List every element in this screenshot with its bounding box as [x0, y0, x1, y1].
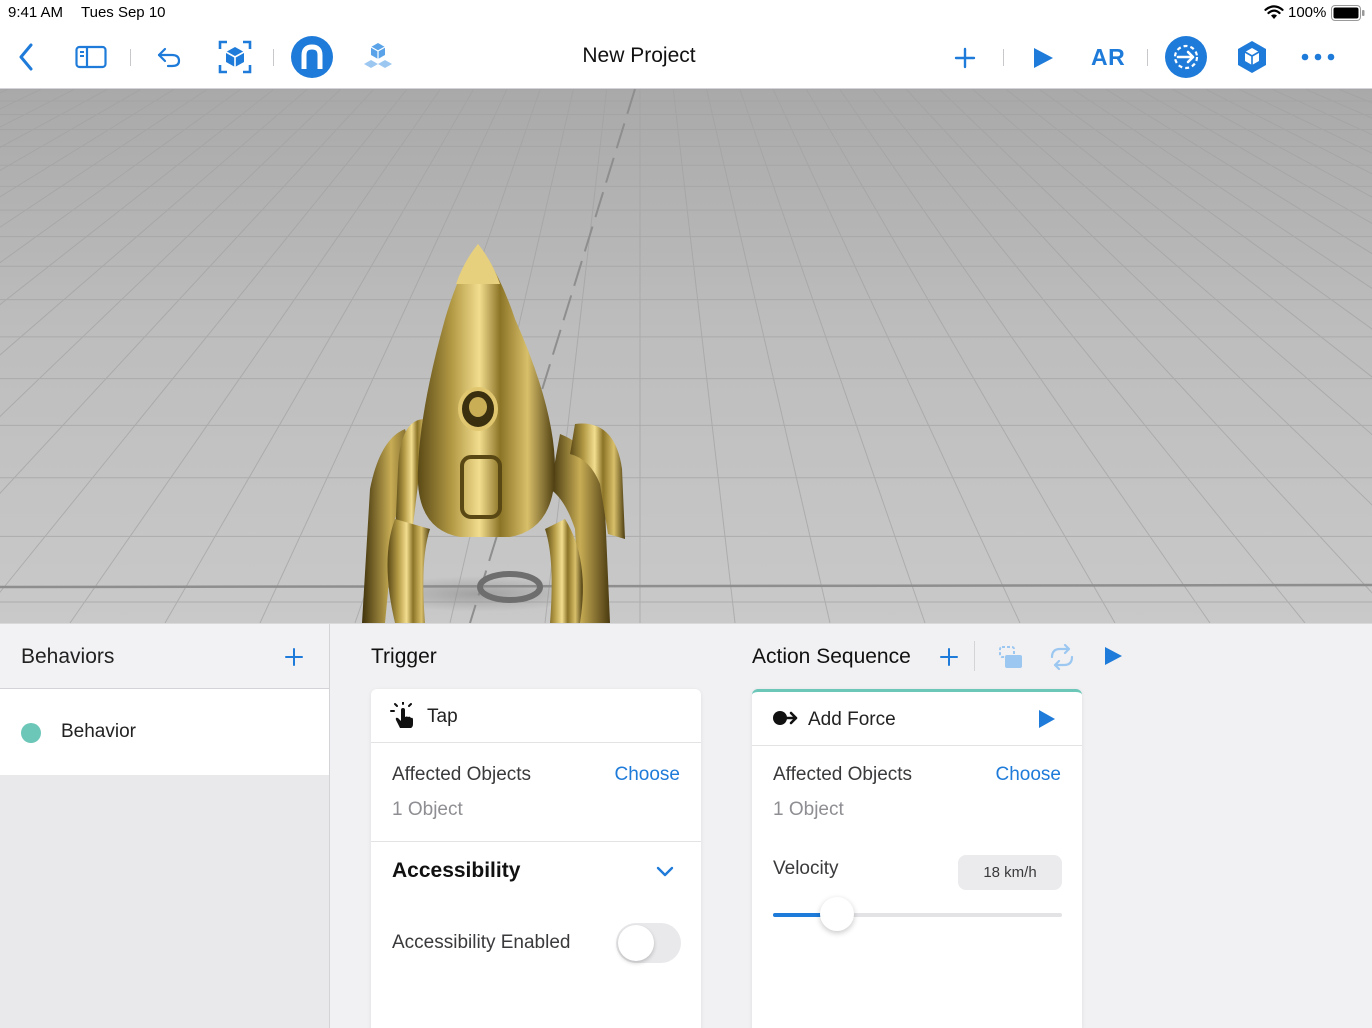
behavior-label: Behavior [61, 721, 136, 742]
affected-objects-label: Affected Objects [773, 764, 913, 785]
behavior-color-dot [21, 723, 41, 743]
action-card: Add Force Affected Objects Choose 1 Obje… [752, 689, 1082, 1028]
behaviors-sidebar: Behaviors Behavior [0, 624, 330, 1028]
project-title: New Project [582, 44, 696, 67]
status-bar: 9:41 AM Tues Sep 10 100% [0, 0, 1372, 26]
toolbar: New Project AR [0, 26, 1372, 89]
trigger-card: Tap Affected Objects Choose 1 Object Acc… [371, 689, 701, 1028]
group-actions-icon[interactable] [998, 644, 1024, 675]
object-count: 1 Object [773, 799, 844, 820]
battery-percentage: 100% [1288, 4, 1327, 21]
add-action-icon[interactable] [940, 648, 958, 666]
behaviors-icon[interactable] [1165, 36, 1207, 78]
toolbar-divider [1003, 49, 1004, 66]
trigger-name: Tap [427, 706, 458, 727]
action-name: Add Force [808, 709, 896, 730]
behaviors-title: Behaviors [21, 645, 115, 668]
accessibility-toggle[interactable] [616, 923, 681, 963]
grid-floor [0, 89, 1372, 623]
behaviors-header: Behaviors [0, 624, 329, 689]
velocity-value-field[interactable]: 18 km/h [958, 855, 1062, 890]
accessibility-title: Accessibility [392, 859, 521, 882]
status-date: Tues Sep 10 [81, 4, 166, 21]
behaviors-panel: Behaviors Behavior Trigger Tap Affected … [0, 623, 1372, 1028]
more-icon[interactable] [1300, 48, 1336, 66]
action-sequence-title: Action Sequence [752, 645, 911, 668]
play-action-icon[interactable] [1038, 709, 1056, 734]
play-sequence-icon[interactable] [1103, 646, 1123, 671]
scene-viewport[interactable] [0, 89, 1372, 623]
divider [371, 841, 701, 842]
trigger-title: Trigger [371, 645, 437, 668]
wifi-icon [1264, 5, 1284, 24]
object-count: 1 Object [392, 799, 463, 820]
accessibility-enabled-label: Accessibility Enabled [392, 932, 571, 953]
choose-link[interactable]: Choose [615, 764, 681, 786]
play-icon[interactable] [1030, 45, 1056, 71]
add-icon[interactable] [953, 46, 977, 70]
choose-link[interactable]: Choose [996, 764, 1062, 786]
tap-icon [390, 701, 416, 735]
behavior-list-item[interactable]: Behavior [0, 689, 329, 775]
battery-icon [1331, 5, 1365, 21]
toolbar-divider [1147, 49, 1148, 66]
velocity-slider-knob[interactable] [819, 897, 854, 931]
divider [974, 641, 975, 671]
add-force-icon [772, 709, 798, 732]
loop-icon[interactable] [1048, 643, 1076, 675]
status-time: 9:41 AM [8, 4, 64, 21]
ar-button[interactable]: AR [1091, 44, 1125, 71]
velocity-label: Velocity [773, 858, 839, 879]
chevron-down-icon[interactable] [656, 865, 674, 883]
add-behavior-icon[interactable] [285, 648, 303, 666]
velocity-slider-track[interactable] [773, 913, 1062, 917]
properties-icon[interactable] [1234, 38, 1270, 76]
affected-objects-label: Affected Objects [392, 764, 532, 785]
trigger-header[interactable]: Tap [371, 689, 701, 743]
toggle-knob [618, 925, 654, 961]
action-header[interactable]: Add Force [752, 692, 1082, 746]
